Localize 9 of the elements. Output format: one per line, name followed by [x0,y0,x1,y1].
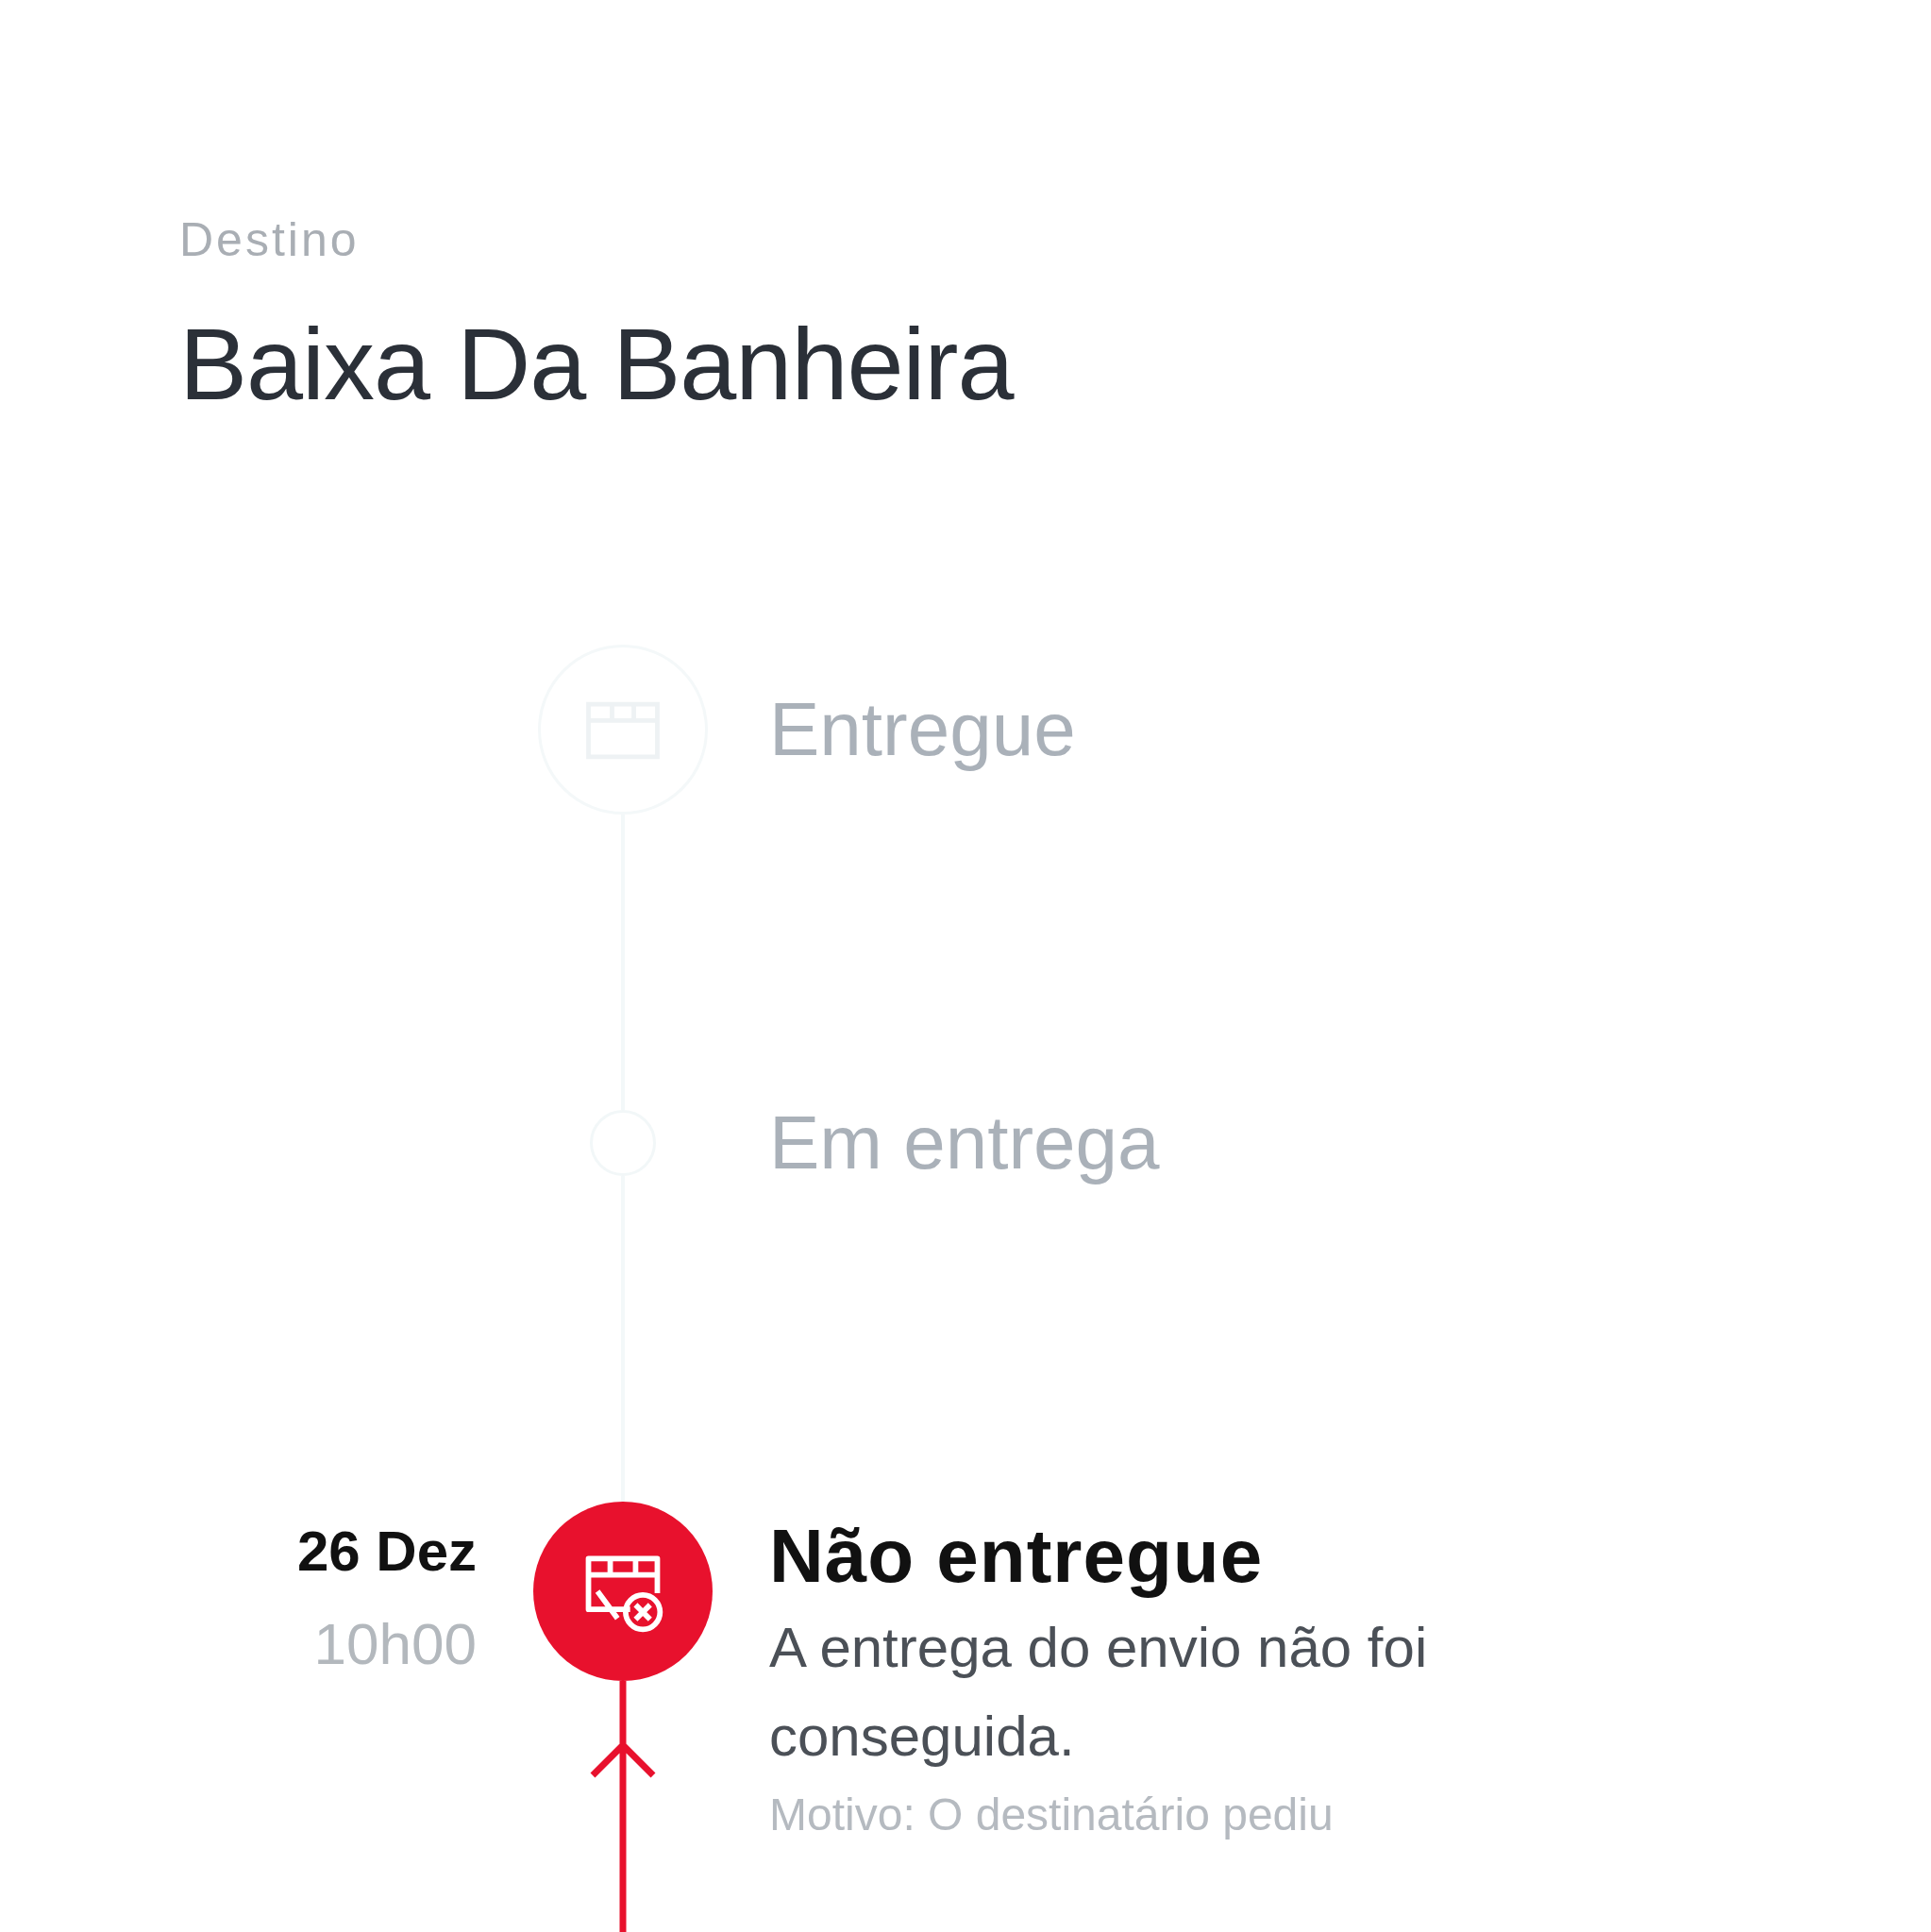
status-title: Em entrega [769,1110,1160,1186]
event-time: 10h00 [313,1610,477,1677]
event-date: 26 Dez [296,1519,477,1584]
status-title: Entregue [769,686,1076,773]
status-description: A entrega do envio não foi conseguida. [769,1615,1429,1770]
status-title: Não entregue [769,1513,1265,1600]
destination-label: Destino [179,212,361,267]
destination-name: Baixa Da Banheira [179,306,1016,423]
status-reason: Motivo: O destinatário pediu [769,1789,1335,1840]
